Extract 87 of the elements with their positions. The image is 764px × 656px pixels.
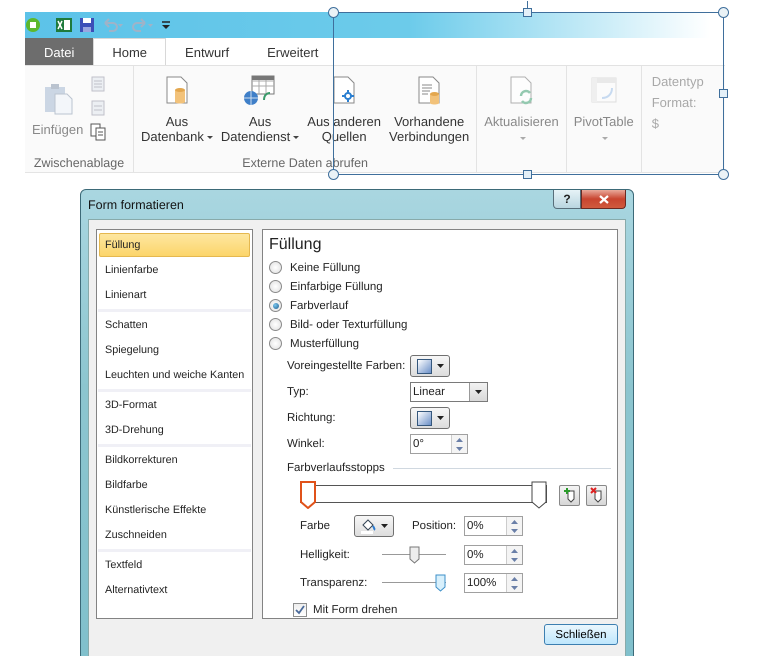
ribbon-label: $ [652,116,660,131]
spin-up-icon[interactable] [511,520,518,524]
customize-icon[interactable] [161,19,171,31]
checkmark-icon [295,605,305,615]
category-item[interactable]: Bildfarbe [99,473,250,497]
slider[interactable] [382,546,446,564]
radio-label: Einfarbige Füllung [290,280,383,292]
field-label: Helligkeit: [300,549,351,561]
radio-button[interactable] [269,318,282,331]
caret-icon [475,390,482,394]
spin-up-icon[interactable] [511,576,518,580]
gradient-swatch-icon [416,410,432,426]
spin-down-icon [511,558,518,562]
spin-down-icon [511,528,518,532]
ribbon-label: Datentyp [652,74,704,89]
close-button[interactable] [581,190,626,209]
spin-down-icon [511,586,518,590]
checkbox[interactable] [293,603,307,617]
gradient-dropdown[interactable] [410,355,450,377]
field-label: Voreingestellte Farben: [287,360,406,372]
ribbon-tab[interactable]: Home [93,38,166,65]
slider[interactable] [382,574,446,592]
category-item[interactable]: Schatten [99,313,250,337]
ribbon-button[interactable]: Aus Datenbank [138,72,216,146]
radio-button[interactable] [269,299,282,312]
radio-label: Farbverlauf [290,300,348,312]
category-item[interactable]: 3D-Drehung [99,418,250,442]
category-item[interactable]: Textfeld [99,553,250,577]
save-icon[interactable] [79,17,95,33]
paint-bucket-icon [360,518,376,534]
ribbon-button[interactable]: Aus Datendienst [218,72,302,146]
panel-heading: Füllung [269,236,322,254]
category-item[interactable]: 3D-Format [99,393,250,417]
section-title: Farbverlaufsstopps [287,462,385,474]
slider-thumb[interactable] [408,546,420,564]
caret-icon [436,416,444,420]
spin-up-icon[interactable] [456,438,463,442]
slider-thumb[interactable] [435,574,446,592]
help-button[interactable]: ? [553,190,581,209]
checkbox-label: Mit Form drehen [313,604,398,616]
radio-button[interactable] [269,337,282,350]
gradient-swatch-icon [416,358,432,374]
field-label: Richtung: [287,412,337,424]
field-label: Winkel: [287,438,326,450]
category-item[interactable]: Bildkorrekturen [99,448,250,472]
category-item[interactable]: Künstlerische Effekte [99,498,250,522]
app-icon [25,17,41,33]
ribbon-button[interactable]: Vorhandene Verbindungen [386,72,472,146]
dialog-title: Form formatieren [88,198,184,212]
spreadsheet-icon[interactable] [55,17,73,33]
category-item[interactable]: Linienfarbe [99,258,250,282]
remove-stop-button[interactable] [586,484,607,506]
add-stop-icon [562,487,576,503]
add-stop-button[interactable] [559,484,580,506]
caret-icon [436,364,444,368]
ribbon-label: Format: [652,95,698,110]
color-dropdown[interactable] [354,515,394,537]
ribbon-tab[interactable]: Datei [25,38,94,65]
field-label: Farbe [300,520,332,532]
category-item[interactable]: Leuchten und weiche Kanten [99,363,250,387]
spinner-field[interactable]: 0° [410,434,468,454]
radio-label: Keine Füllung [290,262,360,274]
radio-button[interactable] [269,280,282,293]
category-item[interactable]: Spiegelung [99,338,250,362]
radio-label: Bild- oder Texturfüllung [290,318,408,330]
radio-label: Musterfüllung [290,338,360,350]
gradient-stop[interactable] [531,481,547,509]
remove-stop-icon [590,487,604,503]
gradient-dropdown[interactable] [410,407,450,429]
spinner-field[interactable]: 0% [464,545,523,565]
close-icon [598,194,608,204]
close-dialog-button[interactable]: Schließen [544,624,618,645]
spinner-field[interactable]: 0% [464,516,523,536]
category-item[interactable]: Alternativtext [99,578,250,602]
radio-button[interactable] [269,261,282,274]
spinner-field[interactable]: 100% [464,573,523,593]
category-item[interactable]: Linienart [99,283,250,307]
field-label: Transparenz: [300,577,368,589]
field-label: Position: [412,520,458,532]
category-item[interactable]: Füllung [99,233,250,257]
group-label: Zwischenablage [32,156,126,170]
caret-icon [381,524,388,528]
type-select[interactable]: Linear [410,382,488,402]
category-item[interactable]: Zuschneiden [99,523,250,547]
spin-down-icon [456,446,463,450]
spin-up-icon[interactable] [511,548,518,552]
field-label: Typ: [287,386,310,398]
